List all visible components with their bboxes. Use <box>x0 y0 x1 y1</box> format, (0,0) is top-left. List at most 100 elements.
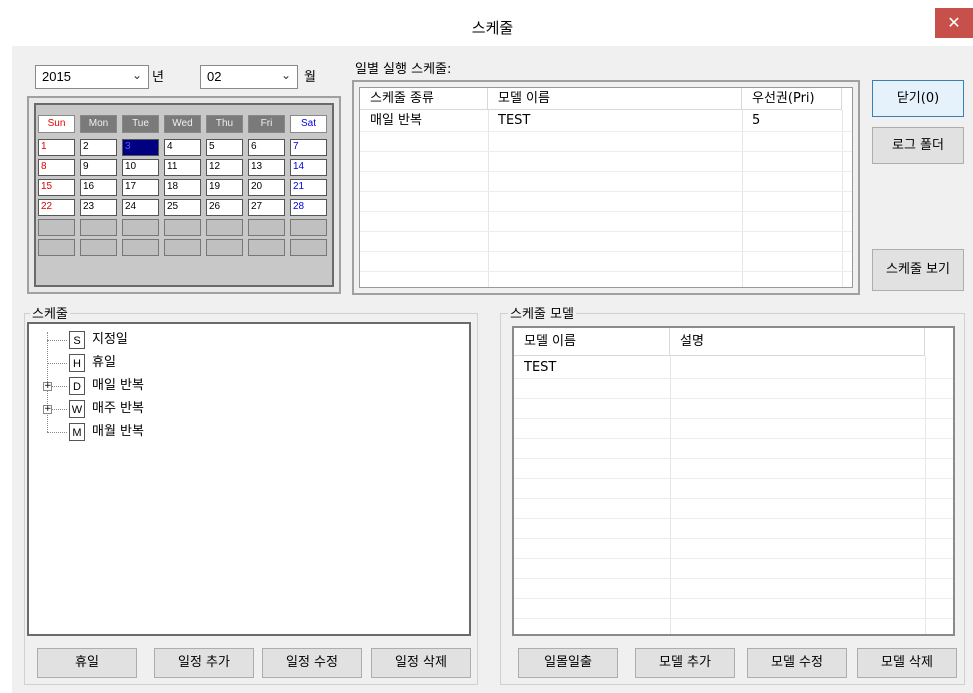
calendar-day[interactable]: 21 <box>290 179 327 196</box>
table-cell[interactable]: TEST <box>488 111 742 131</box>
year-label: 년 <box>152 70 164 85</box>
tree-item-label[interactable]: 휴일 <box>92 352 116 374</box>
row-divider <box>514 598 953 599</box>
calendar-day[interactable]: 1 <box>38 139 75 156</box>
weekday-header: Fri <box>248 115 285 133</box>
calendar-day[interactable]: 9 <box>80 159 117 176</box>
calendar-day[interactable]: 4 <box>164 139 201 156</box>
row-divider <box>360 211 852 212</box>
delete-schedule-button[interactable]: 일정 삭제 <box>371 648 471 678</box>
tree-item-label[interactable]: 매일 반복 <box>92 375 144 397</box>
month-select-value: 02 <box>207 69 222 84</box>
row-divider <box>514 578 953 579</box>
column-divider <box>488 110 489 287</box>
calendar-day[interactable]: 3 <box>122 139 159 156</box>
column-header[interactable]: 모델 이름 <box>488 88 742 110</box>
holiday-button[interactable]: 휴일 <box>37 648 137 678</box>
tree-item-label[interactable]: 지정일 <box>92 329 128 351</box>
calendar-day[interactable]: 12 <box>206 159 243 176</box>
add-model-button[interactable]: 모델 추가 <box>635 648 735 678</box>
row-divider <box>360 171 852 172</box>
weekday-header: Mon <box>80 115 117 133</box>
calendar-empty-cell <box>290 219 327 236</box>
schedule-model-group-title: 스케줄 모델 <box>508 303 576 322</box>
calendar-frame: Sun Mon Tue Wed Thu Fri Sat 1 2 3 4 5 6 7 8 9 10 11 12 13 14… <box>27 96 341 294</box>
calendar-day[interactable]: 22 <box>38 199 75 216</box>
tree-connector <box>47 432 67 433</box>
chevron-down-icon: ⌄ <box>280 68 291 82</box>
schedule-tree[interactable]: S 지정일 H 휴일 + D 매일 반복 + W 매주 반복 M 매월 반복 <box>27 322 471 636</box>
close-window-button[interactable]: ✕ <box>935 8 973 38</box>
calendar-empty-cell <box>80 219 117 236</box>
edit-schedule-button[interactable]: 일정 수정 <box>262 648 362 678</box>
calendar-day[interactable]: 15 <box>38 179 75 196</box>
calendar-day[interactable]: 23 <box>80 199 117 216</box>
schedule-model-grid[interactable]: 모델 이름 설명 TEST <box>512 326 955 636</box>
calendar-day[interactable]: 28 <box>290 199 327 216</box>
calendar-day[interactable]: 20 <box>248 179 285 196</box>
tree-expand-icon[interactable]: + <box>43 405 52 414</box>
calendar-day[interactable]: 27 <box>248 199 285 216</box>
view-schedule-button[interactable]: 스케줄 보기 <box>872 249 964 291</box>
calendar-day[interactable]: 10 <box>122 159 159 176</box>
calendar-day[interactable]: 24 <box>122 199 159 216</box>
row-divider <box>514 438 953 439</box>
calendar-empty-cell <box>248 219 285 236</box>
calendar-day[interactable]: 16 <box>80 179 117 196</box>
calendar-day[interactable]: 26 <box>206 199 243 216</box>
row-divider <box>514 618 953 619</box>
row-divider <box>514 498 953 499</box>
table-cell[interactable]: 매일 반복 <box>360 111 488 131</box>
row-divider <box>514 378 953 379</box>
calendar-empty-cell <box>248 239 285 256</box>
row-divider <box>514 558 953 559</box>
column-header[interactable]: 우선권(Pri) <box>742 88 842 110</box>
edit-model-button[interactable]: 모델 수정 <box>747 648 847 678</box>
calendar-day[interactable]: 2 <box>80 139 117 156</box>
daily-schedule-frame: 스케줄 종류 모델 이름 우선권(Pri) 매일 반복 TEST 5 <box>352 80 860 295</box>
tree-item-label[interactable]: 매주 반복 <box>92 398 144 420</box>
row-divider <box>360 131 852 132</box>
calendar-day[interactable]: 7 <box>290 139 327 156</box>
year-select-value: 2015 <box>42 69 71 84</box>
row-divider <box>514 418 953 419</box>
calendar-day[interactable]: 11 <box>164 159 201 176</box>
calendar-empty-cell <box>122 239 159 256</box>
table-cell[interactable]: TEST <box>514 358 670 378</box>
table-cell[interactable]: 5 <box>742 111 842 131</box>
weekday-header: Sun <box>38 115 75 133</box>
sunrise-sunset-button[interactable]: 일몰일출 <box>518 648 618 678</box>
calendar-day[interactable]: 17 <box>122 179 159 196</box>
column-header[interactable]: 모델 이름 <box>514 328 670 356</box>
tree-item-label[interactable]: 매월 반복 <box>92 421 144 443</box>
calendar-empty-cell <box>38 239 75 256</box>
month-select[interactable]: 02 ⌄ <box>200 65 298 89</box>
calendar-day[interactable]: 18 <box>164 179 201 196</box>
schedule-type-icon: H <box>69 354 85 372</box>
log-folder-button[interactable]: 로그 폴더 <box>872 127 964 164</box>
calendar-day[interactable]: 6 <box>248 139 285 156</box>
calendar: Sun Mon Tue Wed Thu Fri Sat 1 2 3 4 5 6 7 8 9 10 11 12 13 14… <box>34 103 334 287</box>
tree-connector <box>47 363 67 364</box>
close-button[interactable]: 닫기(0) <box>872 80 964 117</box>
calendar-empty-cell <box>206 239 243 256</box>
calendar-day[interactable]: 13 <box>248 159 285 176</box>
chevron-down-icon: ⌄ <box>131 68 142 82</box>
row-divider <box>360 151 852 152</box>
column-header[interactable]: 설명 <box>670 328 925 356</box>
column-header[interactable]: 스케줄 종류 <box>360 88 488 110</box>
calendar-day[interactable]: 25 <box>164 199 201 216</box>
calendar-day[interactable]: 5 <box>206 139 243 156</box>
tree-expand-icon[interactable]: + <box>43 382 52 391</box>
delete-model-button[interactable]: 모델 삭제 <box>857 648 957 678</box>
calendar-day[interactable]: 8 <box>38 159 75 176</box>
add-schedule-button[interactable]: 일정 추가 <box>154 648 254 678</box>
schedule-type-icon: W <box>69 400 85 418</box>
weekday-header: Wed <box>164 115 201 133</box>
title-bar: 스케줄 ✕ <box>12 8 973 46</box>
calendar-day[interactable]: 19 <box>206 179 243 196</box>
calendar-day[interactable]: 14 <box>290 159 327 176</box>
table-cell[interactable] <box>670 358 925 378</box>
daily-schedule-grid[interactable]: 스케줄 종류 모델 이름 우선권(Pri) 매일 반복 TEST 5 <box>359 87 853 288</box>
year-select[interactable]: 2015 ⌄ <box>35 65 149 89</box>
